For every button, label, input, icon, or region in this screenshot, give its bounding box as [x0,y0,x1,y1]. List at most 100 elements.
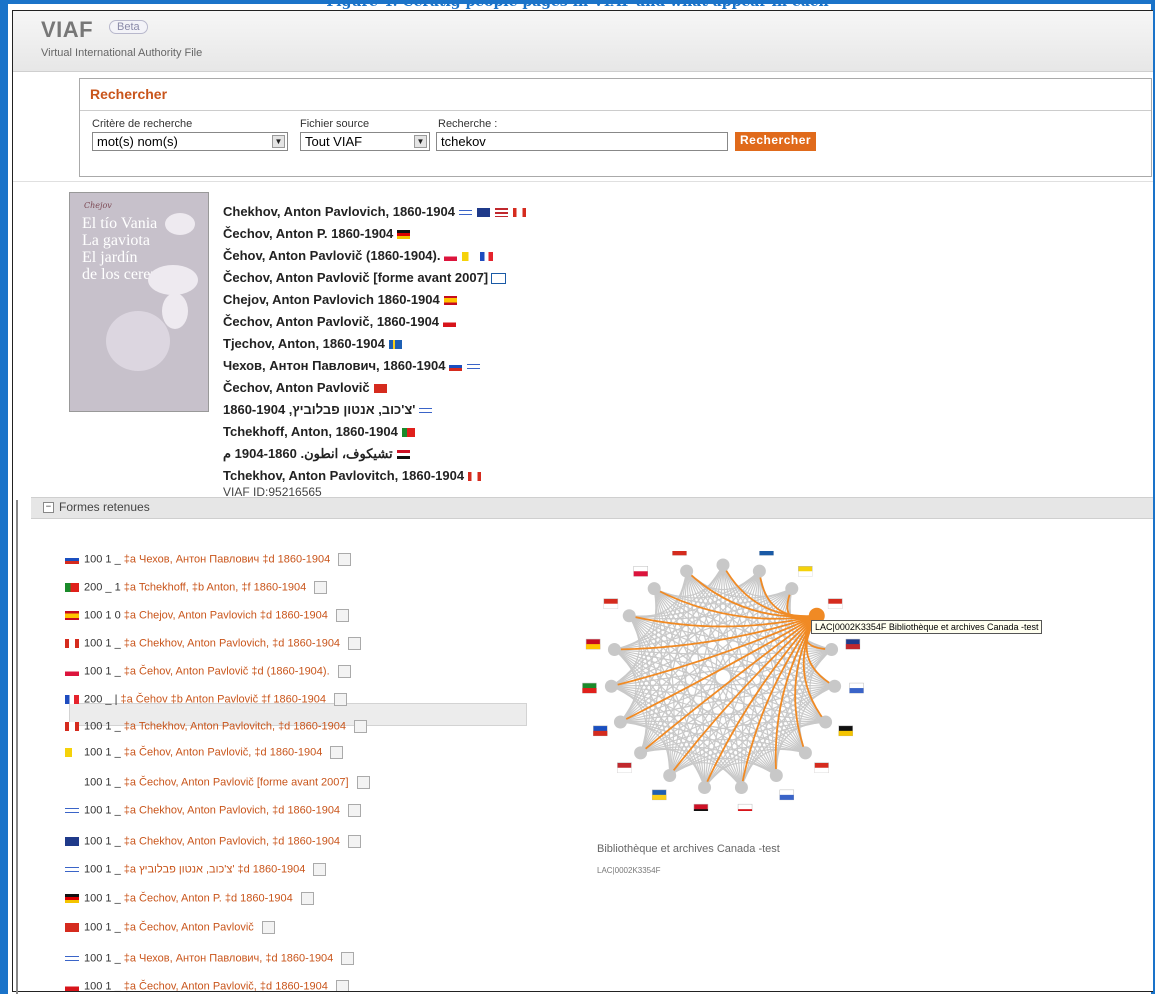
source-network-graph[interactable] [553,551,893,811]
source-record-icon[interactable] [341,952,355,965]
ch-flag-icon[interactable] [372,383,388,395]
heading-row[interactable]: 100 1 _ ‡a Чехов, Антон Павлович, ‡d 186… [65,952,355,965]
source-record-icon[interactable] [356,776,370,789]
search-input[interactable]: tchekov [436,132,728,151]
graph-node[interactable] [698,780,712,794]
ca-flag-icon[interactable] [511,207,527,219]
graph-node[interactable] [825,643,839,657]
heading-value[interactable]: ‡a Tchekhoff, ‡b Anton, ‡f 1860-1904 [124,581,306,593]
collapse-icon[interactable]: − [43,502,54,513]
name-variant[interactable]: Čechov, Anton P. 1860-1904 [223,226,412,241]
book-cover-image[interactable]: Chejov El tío Vania La gaviota El jardín… [69,192,209,412]
name-variant[interactable]: Чехов, Антон Павлович, 1860-1904 [223,358,482,373]
criteria-select[interactable]: mot(s) nom(s) ▼ [92,132,288,151]
source-record-icon[interactable] [313,863,327,876]
pl-flag-icon[interactable] [443,251,459,263]
graph-node[interactable] [716,558,730,572]
fr-flag-icon[interactable] [479,251,495,263]
graph-node[interactable] [752,564,766,578]
il-flag-icon[interactable] [418,405,434,417]
heading-row[interactable]: 200 _ 1 ‡a Tchekhoff, ‡b Anton, ‡f 1860-… [65,581,328,594]
ncl-flag-icon[interactable] [491,273,507,285]
graph-node[interactable] [680,564,694,578]
viaf-logo[interactable]: VIAF [41,17,93,43]
heading-value[interactable]: ‡a Čechov, Anton P. ‡d 1860-1904 [124,892,293,904]
heading-value[interactable]: ‡a Čehov, Anton Pavlovič, ‡d 1860-1904 [124,746,323,758]
source-record-icon[interactable] [300,892,314,905]
es-flag-icon[interactable] [442,295,458,307]
graph-node[interactable] [828,679,842,693]
heading-value[interactable]: ‡a Chekhov, Anton Pavlovich, ‡d 1860-190… [124,637,340,649]
heading-value[interactable]: ‡a Чехов, Антон Павлович ‡d 1860-1904 [124,553,330,565]
source-record-icon[interactable] [353,720,367,733]
name-variant[interactable]: تشيكوف، انطون. 1860-1904 م [223,446,411,462]
graph-node[interactable] [819,715,833,729]
heading-value[interactable]: ‡a Tchekhov, Anton Pavlovitch, ‡d 1860-1… [124,720,346,732]
heading-value[interactable]: ‡a Čechov, Anton Pavlovič [124,921,254,933]
graph-node[interactable] [607,643,621,657]
heading-row[interactable]: 100 1 _ ‡a Chekhov, Anton Pavlovich, ‡d … [65,835,362,848]
heading-row[interactable]: 100 1 _ ‡a Chekhov, Anton Pavlovich, ‡d … [65,637,362,650]
heading-row[interactable]: 100 1 _ ‡a Chekhov, Anton Pavlovich, ‡d … [65,804,362,817]
chevron-down-icon[interactable]: ▼ [272,135,285,148]
heading-row[interactable]: 100 1 _ ‡a Tchekhov, Anton Pavlovitch, ‡… [65,720,367,733]
il-flag-icon[interactable] [466,361,482,373]
graph-node[interactable] [769,769,783,783]
source-record-icon[interactable] [337,665,351,678]
heading-row[interactable]: 200 _ | ‡a Čehov ‡b Anton Pavlovič ‡f 18… [65,693,347,706]
source-record-icon[interactable] [335,609,349,622]
heading-value[interactable]: ‡a Čechov, Anton Pavlovič [forme avant 2… [124,776,349,788]
heading-row[interactable]: 100 1 _ ‡a Čehov, Anton Pavlovič ‡d (186… [65,665,351,678]
name-variant[interactable]: Tchekhoff, Anton, 1860-1904 [223,424,416,439]
source-record-icon[interactable] [330,746,344,759]
source-record-icon[interactable] [335,980,349,991]
heading-row[interactable]: 100 1 0 ‡a Chejov, Anton Pavlovich ‡d 18… [65,609,349,622]
heading-value[interactable]: ‡a Čehov, Anton Pavlovič ‡d (1860-1904). [124,665,330,677]
name-variant[interactable]: 1860-1904 ,צ'כוב, אנטון פבלוביץ' [223,402,434,417]
se-flag-icon[interactable] [387,339,403,351]
name-variant[interactable]: Chekhov, Anton Pavlovich, 1860-1904 [223,204,527,219]
source-record-icon[interactable] [348,804,362,817]
heading-row[interactable]: 100 1 _ ‡a Čechov, Anton Pavlovič, ‡d 18… [65,980,349,991]
formes-retenues-header[interactable]: − Formes retenues [31,497,1153,519]
chevron-down-icon[interactable]: ▼ [414,135,427,148]
source-record-icon[interactable] [334,693,347,706]
name-variant[interactable]: Chejov, Anton Pavlovich 1860-1904 [223,292,458,307]
de-flag-icon[interactable] [396,229,412,241]
au-flag-icon[interactable] [475,207,491,219]
search-button[interactable]: Rechercher [735,132,817,151]
graph-node[interactable] [622,609,636,623]
ca-flag-icon[interactable] [467,471,483,483]
heading-value[interactable]: ‡a Chejov, Anton Pavlovich ‡d 1860-1904 [124,609,328,621]
source-record-icon[interactable] [261,921,275,934]
source-select[interactable]: Tout VIAF ▼ [300,132,430,151]
il-flag-icon[interactable] [457,207,473,219]
graph-node[interactable] [798,746,812,760]
cz-flag-icon[interactable] [442,317,458,329]
graph-node[interactable] [613,715,627,729]
name-variant[interactable]: Čehov, Anton Pavlovič (1860-1904). [223,248,495,263]
heading-row[interactable]: 100 1 _ ‡a Čechov, Anton Pavlovič [forme… [65,776,370,789]
heading-row[interactable]: 100 1 _ ‡a Čechov, Anton Pavlovič [65,921,275,934]
ru-flag-icon[interactable] [448,361,464,373]
graph-node[interactable] [647,582,661,596]
heading-row[interactable]: 100 1 _ ‡a צ'כוב, אנטון פבלוביץ' ‡d 1860… [65,863,327,876]
heading-row[interactable]: 100 1 _ ‡a Čechov, Anton P. ‡d 1860-1904 [65,892,314,905]
heading-value[interactable]: ‡a Čechov, Anton Pavlovič, ‡d 1860-1904 [124,980,328,991]
source-record-icon[interactable] [338,553,352,566]
heading-value[interactable]: ‡a Chekhov, Anton Pavlovich, ‡d 1860-190… [124,835,340,847]
heading-row[interactable]: 100 1 _ ‡a Čehov, Anton Pavlovič, ‡d 186… [65,746,344,759]
us-flag-icon[interactable] [493,207,509,219]
source-record-icon[interactable] [348,637,362,650]
heading-value[interactable]: ‡a Chekhov, Anton Pavlovich, ‡d 1860-190… [124,804,340,816]
va-flag-icon[interactable] [461,251,477,263]
graph-node[interactable] [634,746,648,760]
graph-node[interactable] [604,679,618,693]
name-variant[interactable]: Čechov, Anton Pavlovič [forme avant 2007… [223,270,507,285]
pt-flag-icon[interactable] [400,427,416,439]
heading-row[interactable]: 100 1 _ ‡a Чехов, Антон Павлович ‡d 1860… [65,553,352,566]
eg-flag-icon[interactable] [395,449,411,461]
name-variant[interactable]: Čechov, Anton Pavlovič [223,380,388,395]
graph-node[interactable] [663,769,677,783]
heading-value[interactable]: ‡a Čehov ‡b Anton Pavlovič ‡f 1860-1904 [121,693,326,705]
